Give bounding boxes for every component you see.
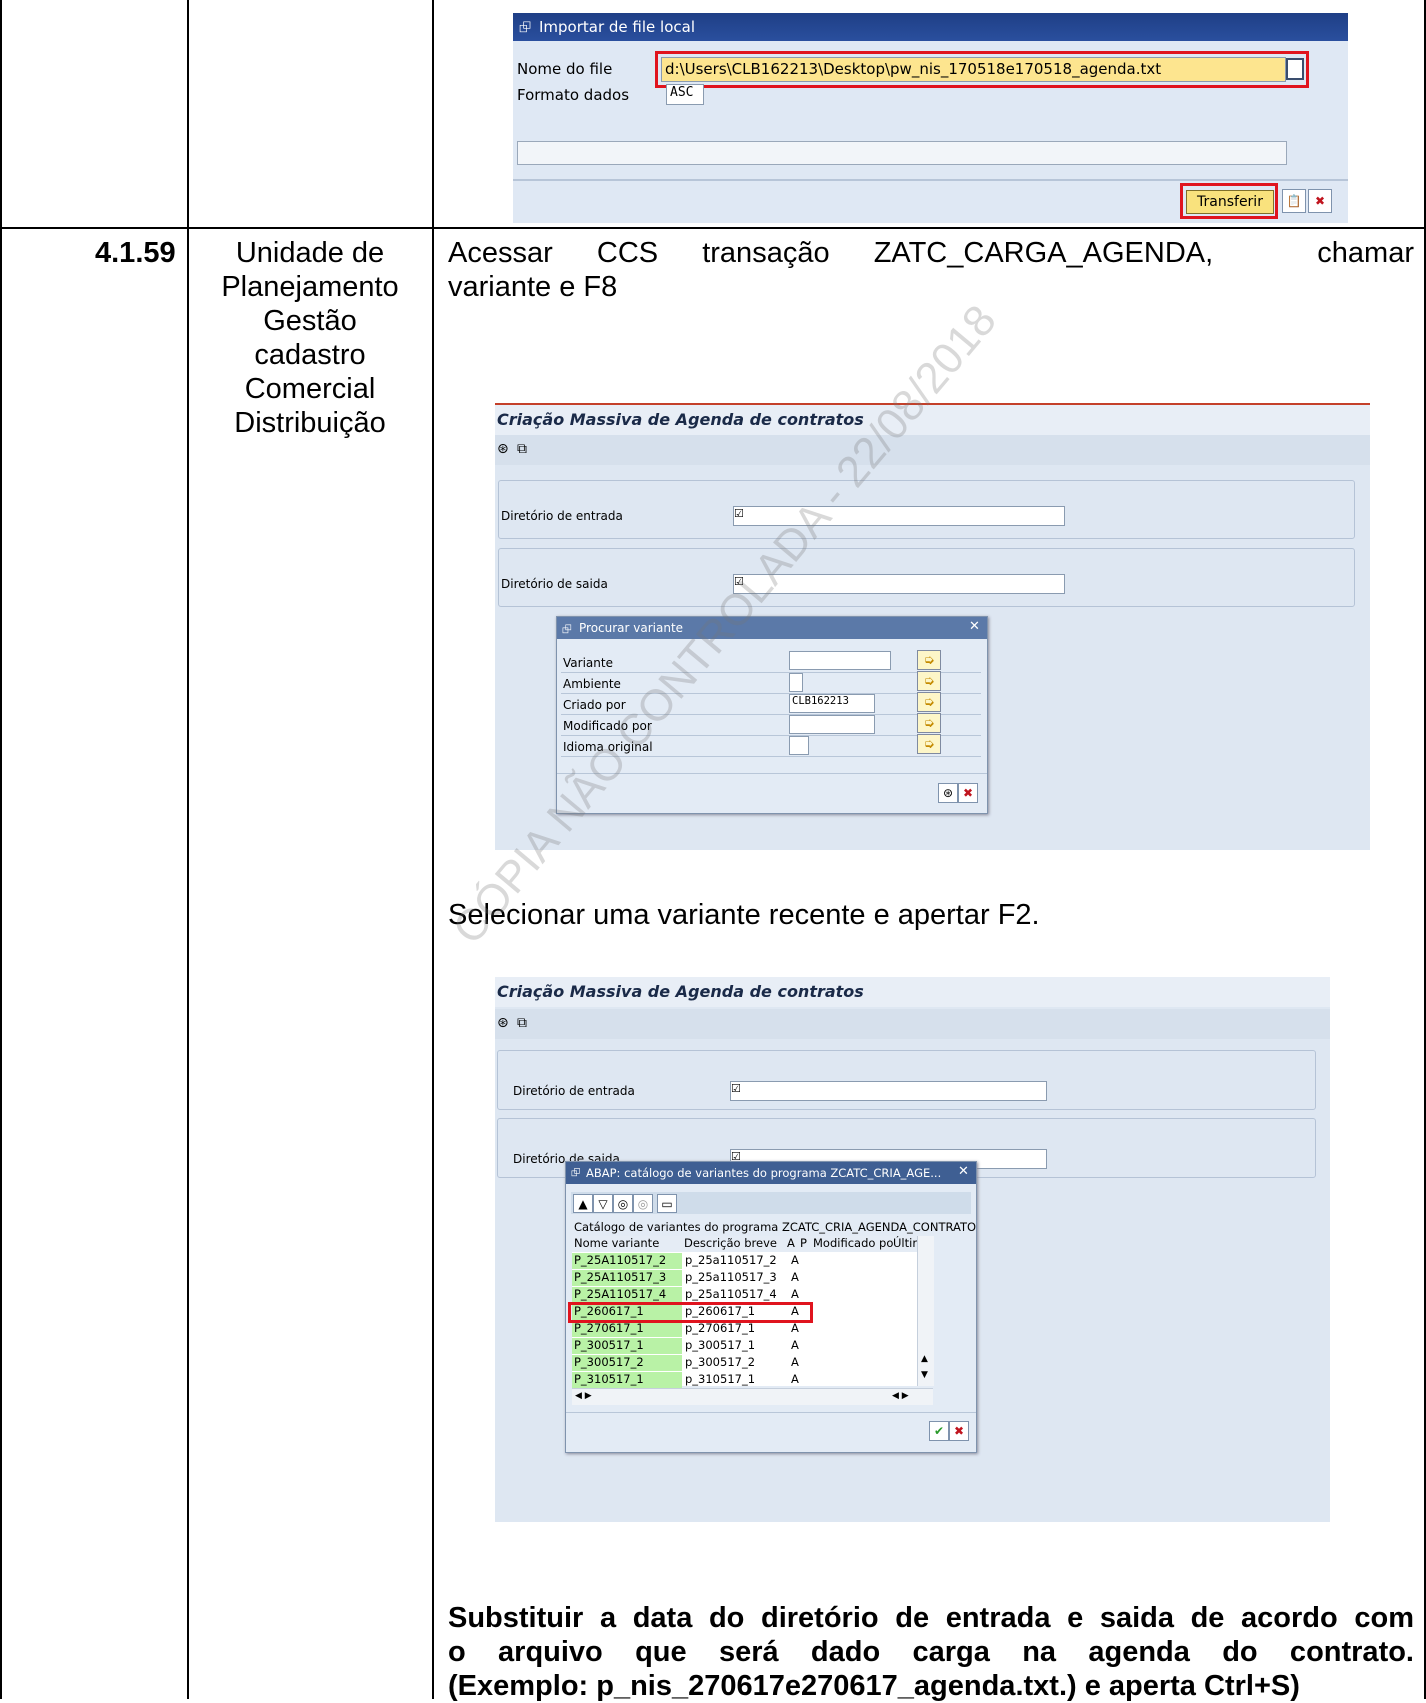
data-format-input[interactable]: ASC	[666, 84, 704, 105]
import-dialog-titlebar: ⮺ Importar de file local	[513, 13, 1348, 41]
screen2-input-group: Diretório de entrada ☑	[497, 1050, 1316, 1110]
screen1-title: Criação Massiva de Agenda de contratos	[497, 410, 864, 429]
screen1-title-bar: Criação Massiva de Agenda de contratos	[495, 403, 1370, 435]
table-row[interactable]: P_25A110517_2 p_25a110517_2 A	[572, 1253, 817, 1269]
input-dir-field[interactable]: ☑	[733, 506, 1065, 526]
original-language-input[interactable]	[789, 736, 809, 755]
import-dialog: ⮺ Importar de file local Nome do file d:…	[513, 13, 1348, 223]
variant-input[interactable]	[789, 651, 891, 670]
language-select-arrow-icon[interactable]: ➭	[917, 734, 941, 754]
screen1-sap-window: Criação Massiva de Agenda de contratos ⊛…	[495, 403, 1370, 850]
sort-asc-icon[interactable]: ▲	[573, 1194, 593, 1213]
input-dir-label: Diretório de entrada	[501, 509, 623, 523]
variant-table: Nome variante Descrição breve A P Modifi…	[568, 1236, 919, 1388]
execute-icon[interactable]: ⊛	[497, 1015, 509, 1031]
variant-catalog-titlebar: ⮺ ABAP: catálogo de variantes do program…	[566, 1162, 976, 1184]
variant-icon[interactable]: ⧉	[517, 441, 527, 457]
popup-close-icon[interactable]: ✕	[969, 619, 980, 634]
table-row[interactable]: P_270617_1 p_270617_1 A	[572, 1321, 817, 1337]
popup-icon: ⮺	[571, 1165, 581, 1179]
output-dir-field[interactable]: ☑	[733, 574, 1065, 594]
scroll-right-icon[interactable]: ◀ ▶	[892, 1391, 909, 1401]
popup-close-icon[interactable]: ✕	[958, 1164, 969, 1179]
vertical-scrollbar[interactable]: ▲ ▼	[917, 1236, 934, 1386]
select-variant-instruction: Selecionar uma variante recente e aperta…	[448, 899, 1040, 931]
scroll-left-icon[interactable]: ◀ ▶	[575, 1391, 592, 1401]
created-by-input[interactable]: CLB162213	[789, 694, 875, 713]
popup-execute-button[interactable]: ⊛	[938, 783, 958, 803]
popup-footer-line	[557, 773, 987, 774]
table-header: Nome variante Descrição breve A P Modifi…	[572, 1236, 919, 1252]
step-number: 4.1.59	[95, 237, 176, 269]
cancel-icon[interactable]: ✖	[1308, 189, 1332, 213]
print-icon[interactable]: ▭	[657, 1194, 677, 1213]
screen2-title: Criação Massiva de Agenda de contratos	[497, 982, 864, 1001]
environment-select-arrow-icon[interactable]: ➭	[917, 671, 941, 691]
progress-field	[517, 141, 1287, 165]
input-dir-field[interactable]: ☑	[730, 1081, 1047, 1101]
popup-cancel-button[interactable]: ✖	[958, 783, 978, 803]
screen1-input-group: Diretório de entrada ☑	[498, 480, 1355, 539]
variant-select-arrow-icon[interactable]: ➭	[917, 650, 941, 670]
file-name-label: Nome do file	[517, 60, 613, 78]
file-name-highlight	[655, 51, 1309, 88]
created-by-select-arrow-icon[interactable]: ➭	[917, 692, 941, 712]
confirm-button[interactable]: ✔	[929, 1421, 949, 1441]
horizontal-scrollbar[interactable]: ◀ ▶ ◀ ▶	[572, 1388, 933, 1405]
variant-catalog-title: ABAP: catálogo de variantes do programa …	[586, 1166, 942, 1180]
search-variant-popup: ⮺ Procurar variante ✕ Variante Ambiente …	[556, 616, 988, 814]
transfer-highlight	[1180, 183, 1278, 219]
import-dialog-title: Importar de file local	[539, 18, 695, 36]
step-instruction-line2: variante e F8	[448, 271, 618, 303]
footer-separator	[513, 179, 1348, 181]
variant-catalog-caption: Catálogo de variantes do programa ZCATC_…	[574, 1220, 977, 1234]
table-row[interactable]: P_300517_1 p_300517_1 A	[572, 1338, 817, 1354]
table-row[interactable]: P_25A110517_3 p_25a110517_3 A	[572, 1270, 817, 1286]
final-instruction: Substituir a data do diretório de entrad…	[448, 1602, 1414, 1702]
popup-icon: ⮺	[562, 622, 572, 636]
popup-cancel-button[interactable]: ✖	[949, 1421, 969, 1441]
screen2-toolbar: ⊛ ⧉	[495, 1009, 1330, 1039]
modified-by-select-arrow-icon[interactable]: ➭	[917, 713, 941, 733]
table-row[interactable]: P_310517_1 p_310517_1 A	[572, 1372, 817, 1388]
screen2-title-bar: Criação Massiva de Agenda de contratos	[495, 977, 1330, 1007]
popup-footer-line	[566, 1412, 976, 1413]
data-format-label: Formato dados	[517, 86, 630, 104]
search-variant-titlebar: ⮺ Procurar variante ✕	[557, 617, 987, 639]
variant-catalog-popup: ⮺ ABAP: catálogo de variantes do program…	[565, 1161, 977, 1453]
screen1-output-group: Diretório de saida ☑	[498, 548, 1355, 607]
filter-icon[interactable]: ▽	[593, 1194, 613, 1213]
output-dir-label: Diretório de saida	[501, 577, 608, 591]
search-variant-title: Procurar variante	[579, 621, 684, 635]
screen2-sap-window: Criação Massiva de Agenda de contratos ⊛…	[495, 977, 1330, 1522]
find-icon[interactable]: ◎	[613, 1194, 633, 1213]
responsible-unit: Unidade de Planejamento Gestão cadastro …	[221, 237, 399, 439]
find-next-icon[interactable]: ◎	[633, 1194, 653, 1213]
execute-icon[interactable]: ⊛	[497, 441, 509, 457]
scroll-up-icon[interactable]: ▲	[921, 1354, 928, 1364]
clipboard-icon[interactable]: 📋	[1282, 189, 1306, 213]
table-row[interactable]: P_300517_2 p_300517_2 A	[572, 1355, 817, 1371]
environment-input[interactable]	[789, 673, 803, 692]
dialog-icon: ⮺	[519, 18, 532, 36]
alv-toolbar: ▲ ▽ ◎ ◎ ▭	[571, 1192, 971, 1214]
scroll-down-icon[interactable]: ▼	[921, 1370, 928, 1380]
table-row[interactable]: P_25A110517_4 p_25a110517_4 A	[572, 1287, 817, 1303]
selected-row-highlight	[568, 1302, 813, 1323]
input-dir-label: Diretório de entrada	[513, 1084, 635, 1098]
screen1-toolbar: ⊛ ⧉	[495, 435, 1370, 465]
modified-by-input[interactable]	[789, 715, 875, 734]
variant-icon[interactable]: ⧉	[517, 1015, 527, 1031]
step-instruction-line1: Acessar CCS transação ZATC_CARGA_AGENDA,…	[448, 237, 1414, 269]
